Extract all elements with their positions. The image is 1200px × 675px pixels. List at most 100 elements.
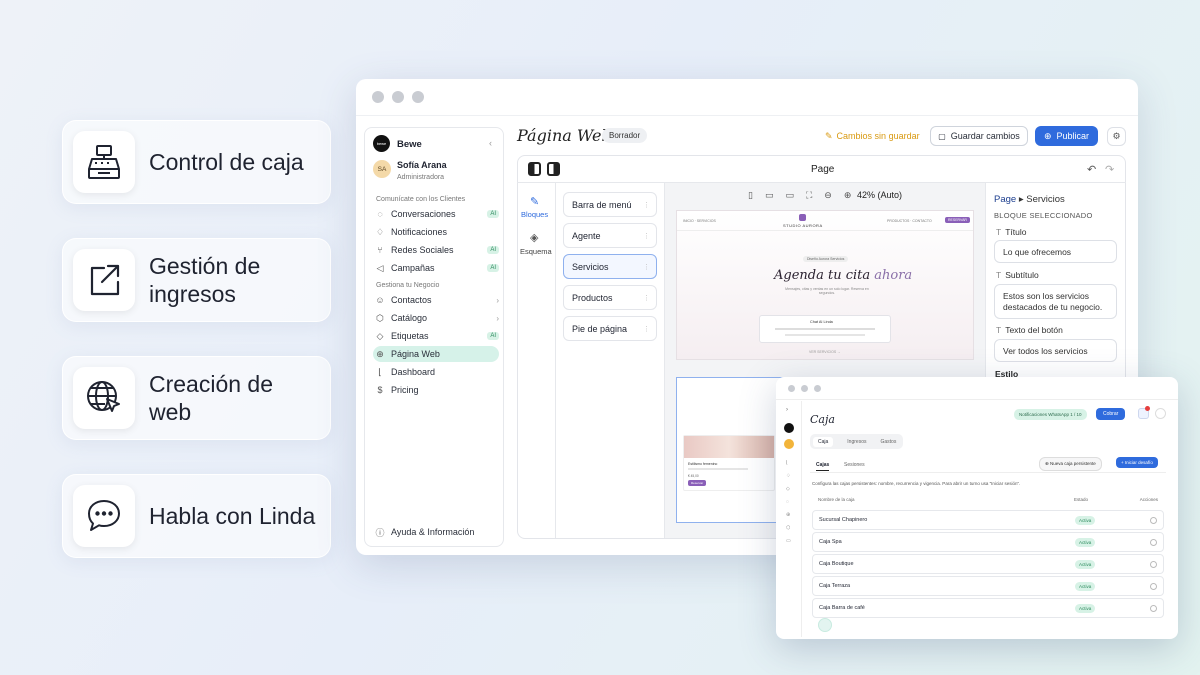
table-row[interactable]: Caja Barra de café Activa <box>812 598 1164 618</box>
sidebar-item-redes[interactable]: ⑂ Redes Sociales AI <box>373 242 499 258</box>
tab-ingresos[interactable]: Ingresos <box>847 439 866 445</box>
desktop-icon[interactable]: ▭ <box>785 190 794 201</box>
fullscreen-icon[interactable]: ⛶ <box>806 190 812 201</box>
section-heading: BLOQUE SELECCIONADO <box>994 211 1093 220</box>
row-action-icon[interactable] <box>1150 516 1157 524</box>
feature-card-gestion-ingresos[interactable]: Gestión de ingresos <box>62 238 331 322</box>
website-preview[interactable]: INICIO · SERVICIOS STUDIO AURORA PRODUCT… <box>676 210 974 360</box>
zoom-in-icon[interactable]: ⊕ <box>844 190 852 201</box>
subtitle-input[interactable]: Estos son los servicios destacados de tu… <box>994 284 1117 319</box>
block-item[interactable]: Barra de menú ⋮ <box>563 192 657 217</box>
subtab-cajas[interactable]: Cajas <box>816 462 830 471</box>
preview-nav-button: RESERVAR <box>945 217 970 223</box>
globe-cursor-icon <box>73 367 135 429</box>
sidebar-item-catalogo[interactable]: ⬡ Catálogo › <box>373 310 499 326</box>
sidebar-item-dashboard[interactable]: ⌊ Dashboard <box>373 364 499 380</box>
window-controls[interactable] <box>372 91 424 103</box>
caja-nav-icons[interactable]: ⌊ ♢ ◇ ◌ ⊕ ⬡ ▭ <box>786 457 791 548</box>
block-item[interactable]: Productos ⋮ <box>563 285 657 310</box>
sidebar-item-pagina-web[interactable]: ⊕ Página Web <box>373 346 499 362</box>
status-badge: Activa <box>1075 581 1096 591</box>
preview-headline: Agenda tu cita ahora <box>774 268 912 283</box>
panel-right-toggle-icon[interactable] <box>547 162 560 176</box>
block-item[interactable]: Pie de página ⋮ <box>563 316 657 341</box>
collapse-icon[interactable]: ‹ <box>489 138 492 148</box>
headline-em: ahora <box>874 268 913 283</box>
help-link[interactable]: ⓘ Ayuda & Información <box>373 524 499 540</box>
tab-gastos[interactable]: Gastos <box>880 439 896 445</box>
chevron-right-icon[interactable]: › <box>786 407 788 413</box>
avatar[interactable] <box>784 439 794 449</box>
row-action-icon[interactable] <box>1150 538 1157 546</box>
headline-main: Agenda tu cita <box>774 268 871 283</box>
drag-handle-icon[interactable]: ⋮ <box>643 325 650 333</box>
blocks-icon: ✎ <box>530 196 540 208</box>
iniciar-button[interactable]: + Iniciar desafío <box>1116 457 1158 468</box>
tab-bloques[interactable]: Bloques <box>521 210 548 219</box>
row-action-icon[interactable] <box>1150 582 1157 590</box>
table-row[interactable]: Caja Boutique Activa <box>812 554 1164 574</box>
scroll-handle[interactable] <box>818 618 832 632</box>
settings-gear-icon[interactable]: ⚙ <box>1107 127 1126 146</box>
feature-card-habla-linda[interactable]: Habla con Linda <box>62 474 331 558</box>
subtab-sesiones[interactable]: Sesiones <box>844 462 865 468</box>
publish-button[interactable]: ⊕ Publicar <box>1035 126 1098 146</box>
preview-thumb-button: Reservar <box>688 480 707 486</box>
sidebar-item-notificaciones[interactable]: ♢ Notificaciones <box>373 224 499 240</box>
section-label: Gestiona tu Negocio <box>376 282 440 289</box>
block-item-selected[interactable]: Servicios ⋮ <box>563 254 657 279</box>
panel-left-toggle-icon[interactable] <box>528 162 541 176</box>
block-label: Agente <box>572 230 601 241</box>
cobrar-button[interactable]: Cobrar <box>1096 408 1126 420</box>
block-label: Pie de página <box>572 323 628 334</box>
zoom-level[interactable]: 42% (Auto) <box>857 190 902 200</box>
window-controls[interactable] <box>788 385 821 392</box>
unsaved-indicator: ✎ Cambios sin guardar <box>825 131 920 142</box>
row-name: Caja Boutique <box>819 561 854 567</box>
external-link-icon <box>73 249 135 311</box>
drag-handle-icon[interactable]: ⋮ <box>643 201 650 209</box>
help-label: Ayuda & Información <box>391 527 475 537</box>
row-action-icon[interactable] <box>1150 560 1157 568</box>
sidebar-item-campanas[interactable]: ◁ Campañas AI <box>373 260 499 276</box>
drag-handle-icon[interactable]: ⋮ <box>643 232 650 240</box>
breadcrumb-root[interactable]: Page <box>994 194 1016 205</box>
drag-handle-icon[interactable]: ⋮ <box>643 263 650 271</box>
share-icon: ⑂ <box>377 245 383 255</box>
row-action-icon[interactable] <box>1150 604 1157 612</box>
table-row[interactable]: Caja Spa Activa <box>812 532 1164 552</box>
feature-card-creacion-web[interactable]: Creación de web <box>62 356 331 440</box>
iniciar-label: Iniciar desafío <box>1124 460 1153 465</box>
sidebar-item-pricing[interactable]: $ Pricing <box>373 382 499 398</box>
table-row[interactable]: Caja Terraza Activa <box>812 576 1164 596</box>
box-icon: ⬡ <box>376 312 384 323</box>
selected-block-preview[interactable]: Estilismo femenino € 45,00 Reservar <box>676 377 784 523</box>
sidebar-item-contactos[interactable]: ☺ Contactos › <box>373 292 499 308</box>
tab-esquema[interactable]: Esquema <box>520 247 552 256</box>
zoom-out-icon[interactable]: ⊖ <box>824 190 832 201</box>
feature-label: Control de caja <box>149 149 304 175</box>
caja-title: Caja <box>810 413 835 426</box>
status-badge: Activa <box>1075 537 1096 547</box>
title-input[interactable]: Lo que ofrecemos <box>994 240 1117 263</box>
redo-icon[interactable]: ↷ <box>1105 163 1114 176</box>
nueva-caja-button[interactable]: ⊕ Nueva caja persistente <box>1039 457 1102 471</box>
avatar[interactable]: SA <box>373 160 391 178</box>
preview-logo-icon <box>799 214 806 221</box>
button-text-input[interactable]: Ver todos los servicios <box>994 339 1117 362</box>
mobile-icon[interactable]: ▯ <box>748 190 753 201</box>
save-button[interactable]: ▢ Guardar cambios <box>930 126 1028 146</box>
feature-card-control-caja[interactable]: Control de caja <box>62 120 331 204</box>
settings-icon[interactable] <box>1155 408 1166 419</box>
sidebar-item-conversaciones[interactable]: ◌ Conversaciones AI <box>373 206 499 222</box>
tab-caja[interactable]: Caja <box>813 436 834 447</box>
drag-handle-icon[interactable]: ⋮ <box>643 294 650 302</box>
undo-icon[interactable]: ↶ <box>1087 163 1096 176</box>
block-item[interactable]: Agente ⋮ <box>563 223 657 248</box>
users-icon: ☺ <box>375 295 385 305</box>
subtitle-label-text: Subtítulo <box>1005 270 1039 280</box>
table-row[interactable]: Sucursal Chapinero Activa <box>812 510 1164 530</box>
brand-name: Bewe <box>397 139 422 150</box>
sidebar-item-etiquetas[interactable]: ◇ Etiquetas AI <box>373 328 499 344</box>
tablet-icon[interactable]: ▭ <box>765 190 774 201</box>
